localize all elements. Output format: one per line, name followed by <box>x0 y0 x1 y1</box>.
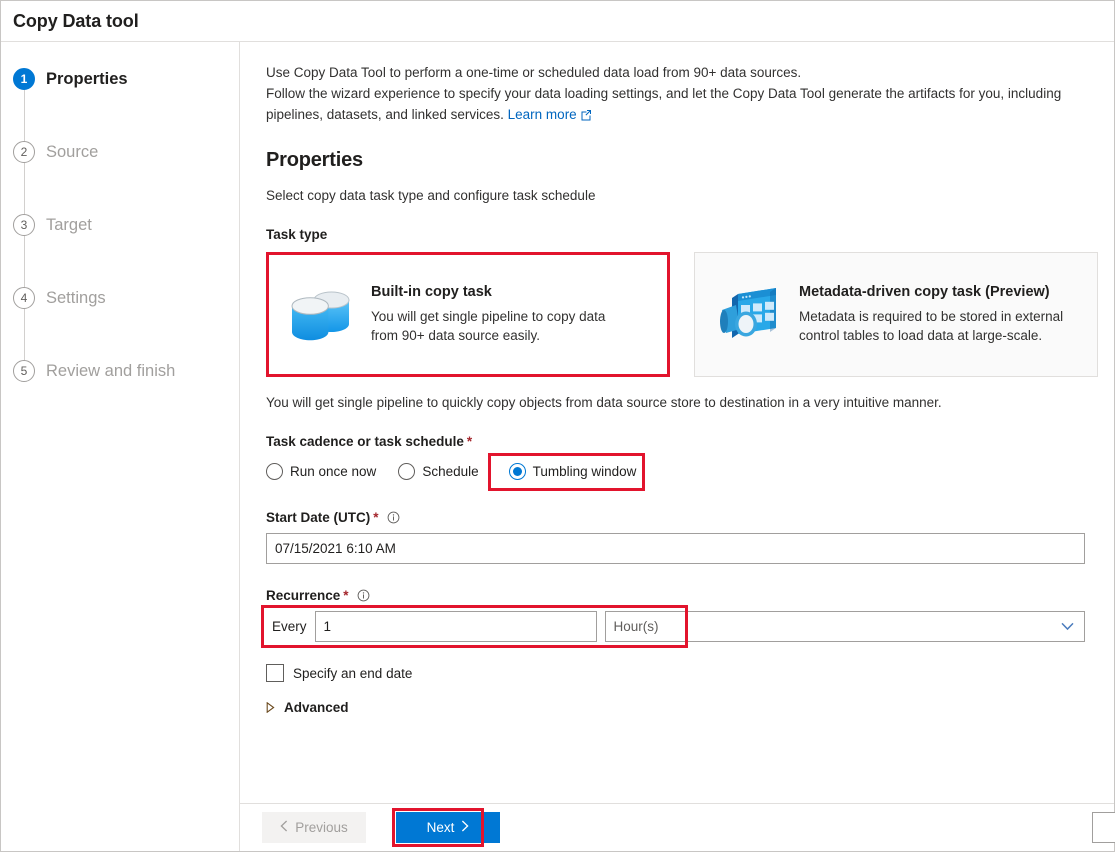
next-button-wrap: Next <box>366 808 500 847</box>
task-type-label-text: Task type <box>266 227 328 242</box>
sidebar-item-settings[interactable]: 4 Settings <box>1 280 239 316</box>
card-title: Built-in copy task <box>371 284 492 300</box>
next-button[interactable]: Next <box>396 812 500 843</box>
intro-paragraph: Use Copy Data Tool to perform a one-time… <box>266 62 1104 127</box>
start-date-input[interactable] <box>266 533 1085 564</box>
step-number-4: 4 <box>13 287 35 309</box>
task-type-card-built-in-copy-task[interactable]: Built-in copy task You will get single p… <box>266 252 670 377</box>
chevron-down-icon <box>1061 622 1074 631</box>
sidebar-item-label: Target <box>46 215 92 234</box>
radio-label: Tumbling window <box>532 464 637 479</box>
step-number-5: 5 <box>13 360 35 382</box>
sidebar-item-label: Properties <box>46 69 128 88</box>
card-description: You will get single pipeline to copy dat… <box>371 309 606 343</box>
info-icon[interactable] <box>387 511 400 524</box>
chevron-right-icon <box>461 820 469 835</box>
radio-mark <box>508 463 526 480</box>
radio-mark <box>266 463 283 480</box>
page-title: Properties <box>266 149 363 171</box>
window-title: Copy Data tool <box>13 10 139 31</box>
task-cadence-radio-group: Run once now Schedule Tumbling window <box>266 453 1104 491</box>
copy-data-tool-window: Copy Data tool 1 Properties 2 Source 3 T… <box>0 0 1115 852</box>
intro-line-2: Follow the wizard experience to specify … <box>266 86 1062 122</box>
specify-end-date-checkbox[interactable]: Specify an end date <box>266 664 1104 682</box>
sidebar-item-properties[interactable]: 1 Properties <box>1 61 239 97</box>
required-indicator: * <box>466 434 473 449</box>
info-icon[interactable] <box>357 589 370 602</box>
task-type-card-group: Built-in copy task You will get single p… <box>266 252 1104 377</box>
task-cadence-label: Task cadence or task schedule * <box>266 434 1104 449</box>
recurrence-unit-value: Hour(s) <box>613 619 659 634</box>
database-copy-icon <box>285 284 357 346</box>
step-number-2: 2 <box>13 141 35 163</box>
required-indicator: * <box>343 588 349 603</box>
footer-edge-control[interactable] <box>1092 812 1115 843</box>
specify-end-date-label: Specify an end date <box>293 665 413 681</box>
external-link-icon <box>580 106 592 127</box>
learn-more-link[interactable]: Learn more <box>508 107 577 122</box>
advanced-label: Advanced <box>284 700 349 715</box>
every-label: Every <box>272 619 307 634</box>
previous-button-label: Previous <box>295 820 348 835</box>
start-date-label-text: Start Date (UTC) <box>266 510 371 525</box>
intro-line-1: Use Copy Data Tool to perform a one-time… <box>266 65 802 80</box>
radio-label: Run once now <box>290 464 377 479</box>
task-type-label: Task type <box>266 227 1104 242</box>
wizard-content-pane: Use Copy Data Tool to perform a one-time… <box>240 42 1115 851</box>
wizard-footer: Previous Next <box>240 803 1115 851</box>
radio-tumbling-window[interactable]: Tumbling window <box>501 457 647 486</box>
sidebar-item-source[interactable]: 2 Source <box>1 134 239 170</box>
sidebar-item-target[interactable]: 3 Target <box>1 207 239 243</box>
previous-button[interactable]: Previous <box>262 812 366 843</box>
required-indicator: * <box>373 510 379 525</box>
wizard-steps-sidebar: 1 Properties 2 Source 3 Target 4 Setting… <box>1 42 240 851</box>
step-number-1: 1 <box>13 68 35 90</box>
window-titlebar: Copy Data tool <box>1 1 1114 42</box>
chevron-left-icon <box>280 820 288 835</box>
task-type-note: You will get single pipeline to quickly … <box>266 395 942 410</box>
card-description: Metadata is required to be stored in ext… <box>799 309 1064 343</box>
radio-run-once-now[interactable]: Run once now <box>266 463 376 480</box>
page-subtitle: Select copy data task type and configure… <box>266 188 596 203</box>
task-type-card-metadata-driven-copy-task[interactable]: Metadata-driven copy task (Preview) Meta… <box>694 252 1098 377</box>
metadata-driven-copy-task-text: Metadata-driven copy task (Preview) Meta… <box>799 284 1064 345</box>
checkbox-mark <box>266 664 284 682</box>
metadata-driven-copy-task-card-wrap: Metadata-driven copy task (Preview) Meta… <box>694 252 1098 377</box>
built-in-copy-task-card-wrap: Built-in copy task You will get single p… <box>266 252 670 377</box>
content-scroll-area: Use Copy Data Tool to perform a one-time… <box>240 42 1114 803</box>
task-cadence-label-text: Task cadence or task schedule <box>266 434 464 449</box>
card-title: Metadata-driven copy task (Preview) <box>799 284 1050 300</box>
radio-label: Schedule <box>422 464 479 479</box>
recurrence-interval-input[interactable] <box>314 611 597 642</box>
advanced-expander[interactable]: Advanced <box>266 700 1104 715</box>
start-date-label: Start Date (UTC) * <box>266 510 1104 525</box>
radio-schedule[interactable]: Schedule <box>398 463 479 480</box>
sidebar-item-label: Settings <box>46 288 106 307</box>
metadata-table-search-icon <box>713 284 785 346</box>
recurrence-label: Recurrence * <box>266 588 1104 603</box>
built-in-copy-task-text: Built-in copy task You will get single p… <box>371 284 636 345</box>
step-number-3: 3 <box>13 214 35 236</box>
sidebar-item-label: Review and finish <box>46 361 176 380</box>
window-body: 1 Properties 2 Source 3 Target 4 Setting… <box>1 42 1115 851</box>
sidebar-item-label: Source <box>46 142 99 161</box>
radio-mark <box>398 463 416 480</box>
caret-right-icon <box>266 702 275 713</box>
recurrence-label-text: Recurrence <box>266 588 341 603</box>
recurrence-row: Every Hour(s) <box>261 605 1085 648</box>
next-button-label: Next <box>426 820 455 835</box>
recurrence-unit-dropdown[interactable]: Hour(s) <box>604 611 1085 642</box>
sidebar-item-review-and-finish[interactable]: 5 Review and finish <box>1 353 239 389</box>
